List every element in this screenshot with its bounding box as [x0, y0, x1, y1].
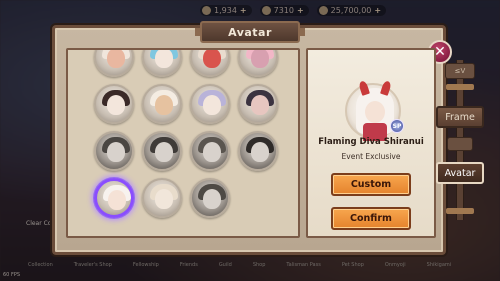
nav-fellowship[interactable]: Fellowship — [133, 262, 159, 268]
stamina-add-icon[interactable]: + — [374, 6, 381, 15]
fps-counter: 60 FPS — [3, 272, 21, 278]
jade-icon — [261, 6, 271, 15]
avatar-option[interactable] — [142, 84, 182, 124]
avatar-grid-panel[interactable] — [66, 48, 300, 238]
side-mini-tab[interactable]: ≤V — [445, 63, 475, 79]
avatar-face — [203, 142, 221, 162]
avatar-face — [155, 142, 173, 162]
avatar-face — [107, 95, 125, 115]
rail-ornament-top — [446, 84, 474, 90]
nav-shop[interactable]: Shop — [253, 262, 266, 268]
avatar-option[interactable] — [190, 178, 230, 218]
avatar-face — [155, 189, 173, 209]
resource-stamina[interactable]: 25,700,00 + — [316, 5, 387, 16]
avatar-face — [251, 50, 269, 68]
resource-jade[interactable]: 7310 + — [259, 5, 309, 16]
jade-value: 7310 — [273, 6, 294, 15]
bottom-navigation: Collection Traveler's Shop Fellowship Fr… — [28, 262, 451, 268]
avatar-face — [155, 50, 173, 68]
avatar-option[interactable] — [142, 131, 182, 171]
tab-avatar[interactable]: Avatar — [436, 162, 484, 184]
nav-travelers-shop[interactable]: Traveler's Shop — [74, 262, 112, 268]
avatar-grid — [94, 50, 278, 218]
custom-button[interactable]: Custom — [331, 173, 411, 196]
confirm-button[interactable]: Confirm — [331, 207, 411, 230]
avatar-face — [203, 95, 221, 115]
avatar-face — [203, 50, 221, 68]
rail-ornament-bottom — [446, 208, 474, 214]
stamina-icon — [318, 6, 328, 15]
tab-frame[interactable]: Frame — [436, 106, 484, 128]
avatar-option[interactable] — [142, 178, 182, 218]
selected-avatar-name: Flaming Diva Shiranui — [318, 137, 424, 147]
avatar-face — [155, 95, 173, 115]
avatar-option[interactable] — [238, 131, 278, 171]
rarity-badge-icon: SP — [390, 119, 404, 133]
avatar-option[interactable] — [190, 131, 230, 171]
avatar-face — [108, 190, 126, 210]
avatar-face — [107, 142, 125, 162]
avatar-option[interactable] — [94, 50, 134, 77]
nav-onmyoji[interactable]: Onmyoji — [385, 262, 406, 268]
portrait-face — [365, 101, 385, 123]
avatar-option[interactable] — [94, 131, 134, 171]
nav-pet-shop[interactable]: Pet Shop — [342, 262, 364, 268]
avatar-face — [203, 189, 221, 209]
nav-talisman-pass[interactable]: Talisman Pass — [286, 262, 320, 268]
resource-bar: 1,934 + 7310 + 25,700,00 + — [200, 5, 387, 16]
coin-value: 1,934 — [214, 6, 237, 15]
jade-add-icon[interactable]: + — [297, 6, 304, 15]
stamina-value: 25,700,00 — [330, 6, 372, 15]
clear-label: Clear Co — [26, 220, 52, 227]
avatar-option[interactable] — [190, 50, 230, 77]
coin-add-icon[interactable]: + — [240, 6, 247, 15]
nav-shikigami[interactable]: Shikigami — [427, 262, 452, 268]
avatar-option[interactable] — [238, 84, 278, 124]
selected-avatar-description: Event Exclusive — [341, 152, 401, 161]
avatar-option[interactable] — [238, 50, 278, 77]
avatar-face — [107, 50, 125, 68]
avatar-face — [251, 142, 269, 162]
dialog-title: Avatar — [195, 21, 305, 43]
avatar-option[interactable] — [190, 84, 230, 124]
nav-friends[interactable]: Friends — [180, 262, 198, 268]
nav-collection[interactable]: Collection — [28, 262, 53, 268]
avatar-option[interactable] — [142, 50, 182, 77]
resource-coin[interactable]: 1,934 + — [200, 5, 252, 16]
avatar-option-selected[interactable] — [94, 178, 134, 218]
avatar-option[interactable] — [94, 84, 134, 124]
nav-guild[interactable]: Guild — [219, 262, 232, 268]
avatar-face — [251, 95, 269, 115]
coin-icon — [202, 6, 211, 15]
side-mini-tab-2[interactable] — [447, 137, 473, 151]
